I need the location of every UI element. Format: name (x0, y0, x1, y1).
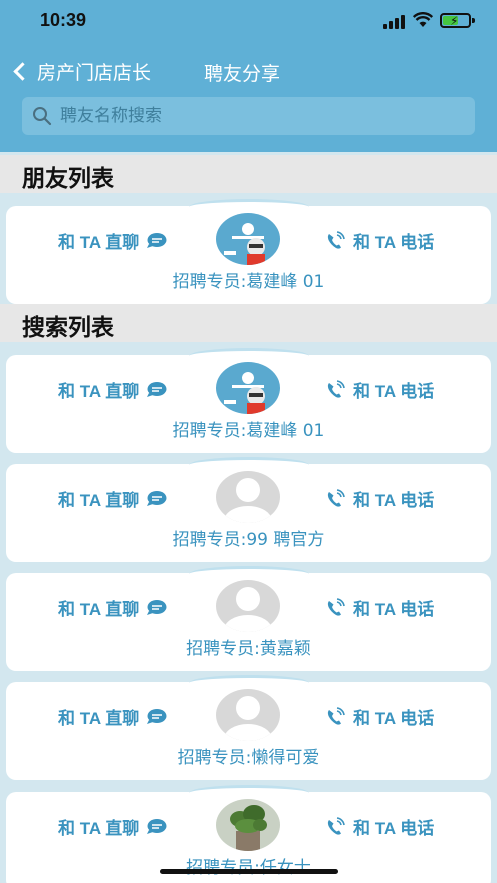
chat-label: 和 TA 直聊 (58, 382, 140, 401)
home-indicator (160, 869, 338, 874)
contact-card: 和 TA 直聊 和 TA 电话 招聘专员:99 聘官方 (6, 457, 491, 562)
call-label: 和 TA 电话 (353, 600, 435, 619)
chat-button[interactable]: 和 TA 直聊 (58, 228, 167, 253)
search-bar (22, 97, 475, 135)
contact-card: 和 TA 直聊 和 TA 电话 招聘专员:黄嘉颖 (6, 566, 491, 671)
call-button[interactable]: 和 TA 电话 (325, 377, 434, 402)
chat-bubble-icon (147, 709, 167, 724)
call-button[interactable]: 和 TA 电话 (325, 228, 434, 253)
call-label: 和 TA 电话 (353, 819, 435, 838)
phone-icon (327, 597, 345, 616)
back-button[interactable]: 房产门店店长 (10, 58, 151, 85)
avatar[interactable] (216, 362, 280, 414)
signal-icon (383, 15, 407, 29)
search-input[interactable] (60, 101, 460, 131)
recruiter-name: 招聘专员:葛建峰 01 (172, 421, 325, 441)
avatar[interactable] (216, 213, 280, 265)
call-label: 和 TA 电话 (353, 233, 435, 252)
recruiter-name: 招聘专员:任女士 (186, 858, 311, 878)
phone-icon (327, 488, 345, 507)
recruiter-name: 招聘专员:99 聘官方 (172, 530, 325, 550)
avatar[interactable] (216, 580, 280, 632)
search-icon (33, 107, 52, 126)
phone-icon (327, 706, 345, 725)
call-label: 和 TA 电话 (353, 382, 435, 401)
chat-label: 和 TA 直聊 (58, 819, 140, 838)
chat-button[interactable]: 和 TA 直聊 (58, 377, 167, 402)
chat-button[interactable]: 和 TA 直聊 (58, 595, 167, 620)
back-label: 房产门店店长 (37, 62, 152, 84)
call-button[interactable]: 和 TA 电话 (325, 486, 434, 511)
search-section-header: 搜索列表 (0, 304, 497, 342)
page-title: 聘友分享 (204, 63, 281, 85)
chat-bubble-icon (147, 491, 167, 506)
phone-icon (327, 816, 345, 835)
search-section-title: 搜索列表 (22, 315, 114, 341)
battery-icon: ⚡ (440, 13, 471, 28)
chat-bubble-icon (147, 233, 167, 248)
status-bar: 10:39 ⚡ (0, 0, 497, 44)
chat-button[interactable]: 和 TA 直聊 (58, 486, 167, 511)
chat-button[interactable]: 和 TA 直聊 (58, 704, 167, 729)
battery-cap (472, 18, 475, 23)
chat-label: 和 TA 直聊 (58, 709, 140, 728)
friends-section-title: 朋友列表 (22, 166, 114, 192)
phone-icon (327, 379, 345, 398)
recruiter-name: 招聘专员:懒得可爱 (177, 748, 320, 768)
header: 10:39 ⚡ 房产门店店长 聘友分享 (0, 0, 497, 152)
call-label: 和 TA 电话 (353, 491, 435, 510)
friends-section-header: 朋友列表 (0, 155, 497, 193)
call-button[interactable]: 和 TA 电话 (325, 814, 434, 839)
recruiter-name: 招聘专员:葛建峰 01 (172, 272, 325, 292)
chat-label: 和 TA 直聊 (58, 491, 140, 510)
chat-bubble-icon (147, 600, 167, 615)
chat-bubble-icon (147, 382, 167, 397)
chat-bubble-icon (147, 819, 167, 834)
chevron-left-icon (13, 62, 32, 81)
contact-card: 和 TA 直聊 和 TA 电话 招聘专员:懒得可爱 (6, 675, 491, 780)
avatar[interactable] (216, 799, 280, 851)
status-time: 10:39 (40, 10, 87, 30)
contact-card: 和 TA 直聊 和 TA 电话 招聘专员:葛建峰 01 (6, 199, 491, 304)
phone-icon (327, 230, 345, 249)
call-label: 和 TA 电话 (353, 709, 435, 728)
avatar[interactable] (216, 689, 280, 741)
chat-button[interactable]: 和 TA 直聊 (58, 814, 167, 839)
call-button[interactable]: 和 TA 电话 (325, 595, 434, 620)
contact-card: 和 TA 直聊 和 TA 电话 招聘专员:葛建峰 01 (6, 348, 491, 453)
recruiter-name: 招聘专员:黄嘉颖 (186, 639, 311, 659)
avatar[interactable] (216, 471, 280, 523)
chat-label: 和 TA 直聊 (58, 600, 140, 619)
call-button[interactable]: 和 TA 电话 (325, 704, 434, 729)
chat-label: 和 TA 直聊 (58, 233, 140, 252)
wifi-icon (413, 12, 433, 27)
